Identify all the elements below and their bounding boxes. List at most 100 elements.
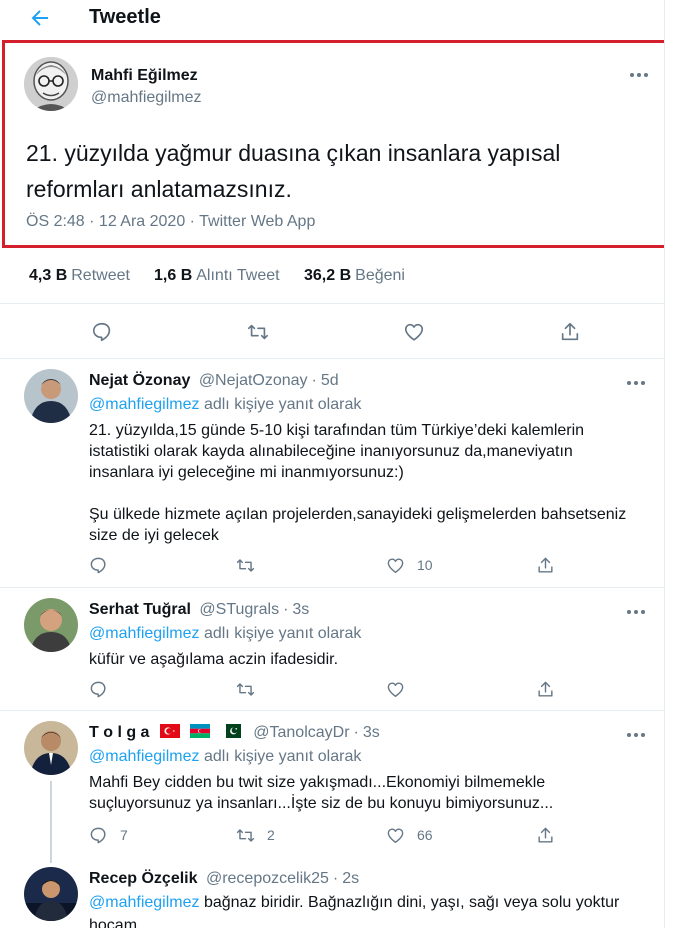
- quote-count: 1,6 B: [154, 267, 193, 284]
- retweet-icon[interactable]: [247, 321, 269, 343]
- quote-stat[interactable]: 1,6 B Alıntı Tweet: [154, 267, 280, 285]
- reply-tweet[interactable]: T o l g a @TanolcayDr · 3s @mahfiegilmez a…: [0, 711, 664, 863]
- more-options-icon[interactable]: [627, 606, 651, 618]
- reply-header: Serhat Tuğral @STugrals · 3s: [89, 601, 309, 619]
- top-bar: Tweetle: [0, 0, 664, 38]
- reply-tweet[interactable]: Serhat Tuğral @STugrals · 3s @mahfiegilmez…: [0, 588, 664, 711]
- reply-icon[interactable]: [91, 321, 113, 343]
- reply-text-line: bağnaz biridir. Bağnazlığın dini, yaşı, …: [203, 894, 620, 911]
- retweet-icon: [236, 558, 255, 572]
- reply-author-name[interactable]: Recep Özçelik: [89, 870, 198, 887]
- mention-link[interactable]: @mahfiegilmez: [89, 894, 200, 911]
- reply-action[interactable]: [89, 555, 108, 575]
- reply-author-name[interactable]: Nejat Özonay: [89, 372, 190, 389]
- page-title: Tweetle: [89, 6, 161, 28]
- reply-text-line: insanlara iyi geleceğine mi inanmıyorsun…: [89, 464, 404, 481]
- reply-author-handle[interactable]: @recepozcelik25: [206, 870, 329, 887]
- reply-icon: [90, 681, 106, 697]
- retweet-action[interactable]: [236, 555, 255, 575]
- reply-action[interactable]: [89, 679, 108, 699]
- like-action[interactable]: 66: [386, 825, 433, 845]
- like-action[interactable]: 10: [386, 555, 433, 575]
- share-action[interactable]: [536, 555, 555, 575]
- engagement-stats: 4,3 B Retweet 1,6 B Alıntı Tweet 36,2 B Beğ…: [0, 250, 664, 304]
- reply-author-handle[interactable]: @TanolcayDr: [253, 724, 349, 741]
- reply-tweet[interactable]: Recep Özçelik @recepozcelik25 · 2s @mahfie…: [0, 857, 664, 928]
- like-icon: [387, 557, 404, 573]
- retweet-stat[interactable]: 4,3 B Retweet: [29, 267, 130, 285]
- reply-author-handle[interactable]: @NejatOzonay: [199, 372, 308, 389]
- author-handle[interactable]: @mahfiegilmez: [91, 89, 202, 107]
- like-icon: [387, 681, 404, 697]
- replying-to: @mahfiegilmez adlı kişiye yanıt olarak: [89, 396, 361, 414]
- reply-time[interactable]: 3s: [292, 601, 309, 618]
- reply-text-line: suçluyorsunuz ya insanları...İşte siz de…: [89, 795, 554, 812]
- tweet-text-line: reformları anlatamazsınız.: [26, 176, 292, 202]
- reply-author-name[interactable]: Serhat Tuğral: [89, 601, 191, 618]
- replying-to: @mahfiegilmez bağnaz biridir. Bağnazlığı…: [89, 894, 619, 912]
- reply-text: Mahfi Bey cidden bu twit size yakışmadı.…: [89, 772, 649, 814]
- mention-link[interactable]: @mahfiegilmez: [89, 748, 200, 765]
- reply-count: 7: [120, 827, 128, 843]
- like-count: 66: [417, 827, 433, 843]
- pakistan-flag-icon: [220, 724, 241, 738]
- reply-text-line: 21. yüzyılda,15 günde 5-10 kişi tarafınd…: [89, 422, 585, 439]
- retweet-action[interactable]: [236, 679, 255, 699]
- replying-to: @mahfiegilmez adlı kişiye yanıt olarak: [89, 625, 361, 643]
- like-action[interactable]: [386, 679, 405, 699]
- tweet-text-line: 21. yüzyılda yağmur duasına çıkan insanl…: [26, 140, 561, 166]
- reply-time[interactable]: 2s: [342, 870, 359, 887]
- reply-action[interactable]: 7: [89, 825, 128, 845]
- separator-dot: ·: [353, 724, 359, 741]
- retweet-count: 2: [267, 827, 275, 843]
- tweet-meta[interactable]: ÖS 2:48 · 12 Ara 2020 · Twitter Web App: [26, 213, 315, 231]
- reply-header: Nejat Özonay @NejatOzonay · 5d: [89, 372, 339, 390]
- arrow-left-icon[interactable]: [28, 6, 52, 30]
- share-icon: [538, 827, 553, 843]
- like-label: Beğeni: [355, 267, 405, 284]
- azerbaijan-flag-icon: [190, 724, 211, 738]
- reply-text-line: istatistiki olarak kayda alınabileceğine…: [89, 443, 573, 460]
- author-name[interactable]: Mahfi Eğilmez: [91, 67, 198, 85]
- mention-link[interactable]: @mahfiegilmez: [89, 625, 200, 642]
- replying-to: @mahfiegilmez adlı kişiye yanıt olarak: [89, 748, 361, 766]
- reply-avatar[interactable]: [24, 369, 78, 423]
- separator-dot: ·: [332, 870, 339, 887]
- reply-author-name[interactable]: T o l g a: [89, 724, 149, 741]
- main-tweet[interactable]: Mahfi Eğilmez @mahfiegilmez 21. yüzyılda…: [2, 40, 664, 248]
- author-avatar[interactable]: [24, 57, 78, 111]
- replying-label: adlı kişiye yanıt olarak: [203, 748, 362, 765]
- reply-icon: [90, 827, 106, 843]
- reply-time[interactable]: 5d: [321, 372, 339, 389]
- like-stat[interactable]: 36,2 B Beğeni: [304, 267, 405, 285]
- reply-text-line: size de iyi gelecek: [89, 527, 219, 544]
- more-options-icon[interactable]: [627, 377, 651, 389]
- reply-header: T o l g a @TanolcayDr · 3s: [89, 724, 380, 742]
- reply-icon: [90, 557, 106, 573]
- replying-label: adlı kişiye yanıt olarak: [203, 625, 362, 642]
- like-icon: [387, 827, 404, 843]
- reply-tweet[interactable]: Nejat Özonay @NejatOzonay · 5d @mahfiegilm…: [0, 359, 664, 588]
- reply-text: küfür ve aşağılama aczin ifadesidir.: [89, 649, 649, 670]
- reply-text-line: [89, 483, 649, 504]
- share-action[interactable]: [536, 825, 555, 845]
- reply-text-line: hocam.: [89, 917, 142, 928]
- reply-avatar[interactable]: [24, 721, 78, 775]
- separator-dot: ·: [311, 372, 317, 389]
- share-action[interactable]: [536, 679, 555, 699]
- retweet-label: Retweet: [71, 267, 130, 284]
- more-options-icon[interactable]: [630, 69, 654, 81]
- reply-avatar[interactable]: [24, 598, 78, 652]
- retweet-action[interactable]: 2: [236, 825, 275, 845]
- retweet-count: 4,3 B: [29, 267, 68, 284]
- tweet-column: Tweetle Mahfi Eğilmez @mahfiegilmez 21. …: [0, 0, 665, 928]
- reply-author-handle[interactable]: @STugrals: [199, 601, 279, 618]
- more-options-icon[interactable]: [627, 729, 651, 741]
- share-icon[interactable]: [559, 321, 581, 343]
- like-icon[interactable]: [403, 321, 425, 343]
- like-count: 36,2 B: [304, 267, 352, 284]
- reply-time[interactable]: 3s: [363, 724, 380, 741]
- mention-link[interactable]: @mahfiegilmez: [89, 396, 200, 413]
- replying-label: adlı kişiye yanıt olarak: [203, 396, 362, 413]
- reply-avatar[interactable]: [24, 867, 78, 921]
